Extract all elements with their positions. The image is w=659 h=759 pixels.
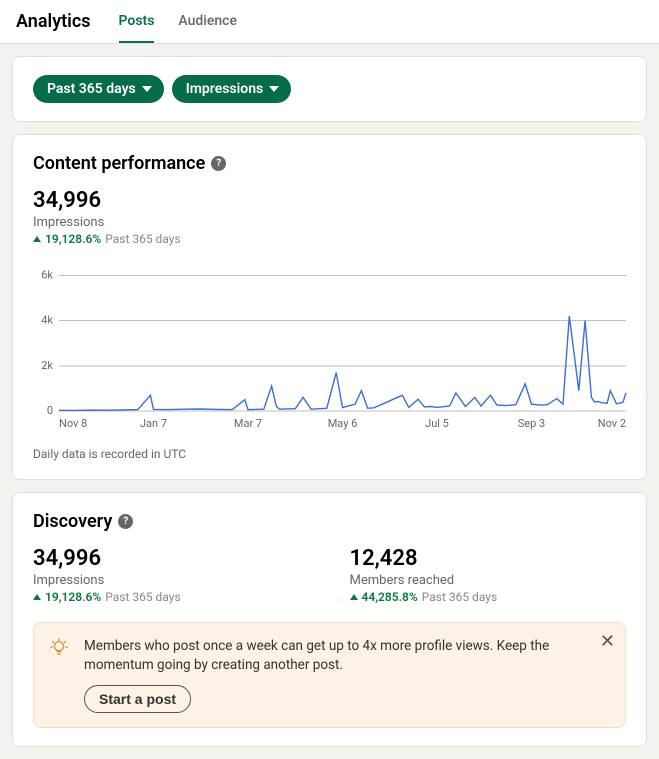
tabs: Posts Audience	[119, 0, 237, 43]
tip-text: Members who post once a week can get up …	[84, 637, 585, 675]
discovery-members-reached: 12,428 Members reached 44,285.8% Past 36…	[350, 546, 627, 604]
heading-text: Content performance	[33, 153, 205, 174]
filter-metric[interactable]: Impressions	[172, 75, 291, 103]
tip-body: Members who post once a week can get up …	[84, 637, 585, 713]
arrow-up-icon	[350, 594, 358, 600]
heading-text: Discovery	[33, 511, 112, 532]
section-heading-content-performance: Content performance ?	[33, 153, 626, 174]
filter-row: Past 365 days Impressions	[33, 75, 626, 103]
analytics-header: Analytics Posts Audience	[0, 0, 659, 44]
filter-date-range-label: Past 365 days	[47, 81, 136, 97]
chevron-down-icon	[269, 86, 279, 92]
delta-value: 19,128.6%	[45, 590, 101, 604]
discovery-impressions: 34,996 Impressions 19,128.6% Past 365 da…	[33, 546, 310, 604]
impressions-value: 34,996	[33, 188, 626, 213]
tab-posts[interactable]: Posts	[119, 0, 155, 43]
members-reached-delta: 44,285.8% Past 365 days	[350, 590, 627, 604]
svg-text:Jan 7: Jan 7	[140, 417, 167, 430]
members-reached-label: Members reached	[350, 573, 627, 588]
delta-period: Past 365 days	[422, 590, 497, 604]
delta-period: Past 365 days	[105, 232, 180, 246]
svg-text:2k: 2k	[41, 359, 53, 372]
tab-audience[interactable]: Audience	[178, 0, 237, 43]
delta-value: 44,285.8%	[362, 590, 418, 604]
svg-text:Jul 5: Jul 5	[425, 417, 449, 430]
filter-metric-label: Impressions	[186, 81, 263, 97]
help-icon[interactable]: ?	[211, 156, 226, 171]
discovery-metrics-row: 34,996 Impressions 19,128.6% Past 365 da…	[33, 546, 626, 604]
svg-text:May 6: May 6	[328, 417, 358, 430]
impressions-label: Impressions	[33, 573, 310, 588]
filter-date-range[interactable]: Past 365 days	[33, 75, 164, 103]
svg-text:0: 0	[47, 404, 53, 417]
svg-text:6k: 6k	[41, 268, 53, 281]
svg-text:Nov 8: Nov 8	[59, 417, 87, 430]
delta-value: 19,128.6%	[45, 232, 101, 246]
content-performance-card: Content performance ? 34,996 Impressions…	[12, 134, 647, 480]
arrow-up-icon	[33, 594, 41, 600]
delta-period: Past 365 days	[105, 590, 180, 604]
arrow-up-icon	[33, 236, 41, 242]
content-area: Past 365 days Impressions Content perfor…	[0, 44, 659, 759]
chevron-down-icon	[142, 86, 152, 92]
impressions-label: Impressions	[33, 215, 626, 230]
start-a-post-button[interactable]: Start a post	[84, 685, 191, 713]
impressions-delta: 19,128.6% Past 365 days	[33, 590, 310, 604]
svg-text:4k: 4k	[41, 314, 53, 327]
filters-card: Past 365 days Impressions	[12, 56, 647, 122]
chart-container: 0 2k 4k 6k Nov 8 Jan 7 Mar 7 May 6 Jul 5 Sep 3 Nov…	[33, 258, 626, 433]
lightbulb-icon	[48, 637, 70, 663]
svg-text:Sep 3: Sep 3	[518, 417, 545, 430]
discovery-card: Discovery ? 34,996 Impressions 19,128.6%…	[12, 492, 647, 747]
svg-text:Mar 7: Mar 7	[234, 417, 262, 430]
page-title: Analytics	[16, 11, 91, 32]
section-heading-discovery: Discovery ?	[33, 511, 626, 532]
chart-note: Daily data is recorded in UTC	[33, 447, 626, 461]
impressions-delta: 19,128.6% Past 365 days	[33, 232, 626, 246]
impressions-value: 34,996	[33, 546, 310, 571]
members-reached-value: 12,428	[350, 546, 627, 571]
close-icon[interactable]: ✕	[600, 633, 615, 651]
svg-text:Nov 2: Nov 2	[598, 417, 626, 430]
impressions-chart: 0 2k 4k 6k Nov 8 Jan 7 Mar 7 May 6 Jul 5 Sep 3 Nov…	[33, 258, 630, 433]
help-icon[interactable]: ?	[118, 514, 133, 529]
post-tip-banner: Members who post once a week can get up …	[33, 622, 626, 728]
